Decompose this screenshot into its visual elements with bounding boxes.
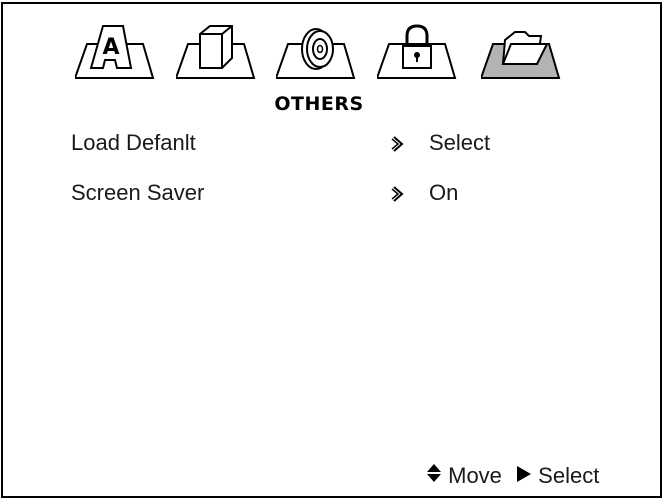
play-arrow-icon	[516, 463, 532, 489]
lock-icon	[377, 24, 457, 79]
page-title: OTHERS	[274, 93, 364, 115]
tab-audio[interactable]	[276, 22, 356, 80]
menu-item-value: On	[429, 180, 459, 205]
menu-item-value: Select	[429, 130, 491, 155]
key-hint-bar: Move Select	[426, 462, 599, 489]
tab-bar: A	[75, 22, 561, 80]
letter-a-icon: A	[75, 25, 155, 79]
up-down-arrow-icon	[426, 463, 442, 489]
menu-item-label: Load Defanlt	[71, 130, 196, 155]
tab-lock[interactable]	[377, 22, 457, 80]
chevron-right-icon	[391, 184, 405, 209]
move-hint-label: Move	[448, 463, 502, 489]
tab-others[interactable]	[481, 22, 561, 80]
osd-menu-frame: A OTHERS Load Defanlt Select Screen Save…	[1, 2, 662, 498]
tab-video[interactable]	[176, 22, 256, 80]
tab-general[interactable]: A	[75, 22, 155, 80]
disc-icon	[276, 28, 356, 79]
tab-a-glyph: A	[102, 35, 119, 60]
box-icon	[176, 25, 256, 79]
select-hint-label: Select	[538, 463, 600, 489]
folder-icon	[481, 31, 561, 79]
chevron-right-icon	[391, 134, 405, 159]
menu-item-label: Screen Saver	[71, 180, 205, 205]
